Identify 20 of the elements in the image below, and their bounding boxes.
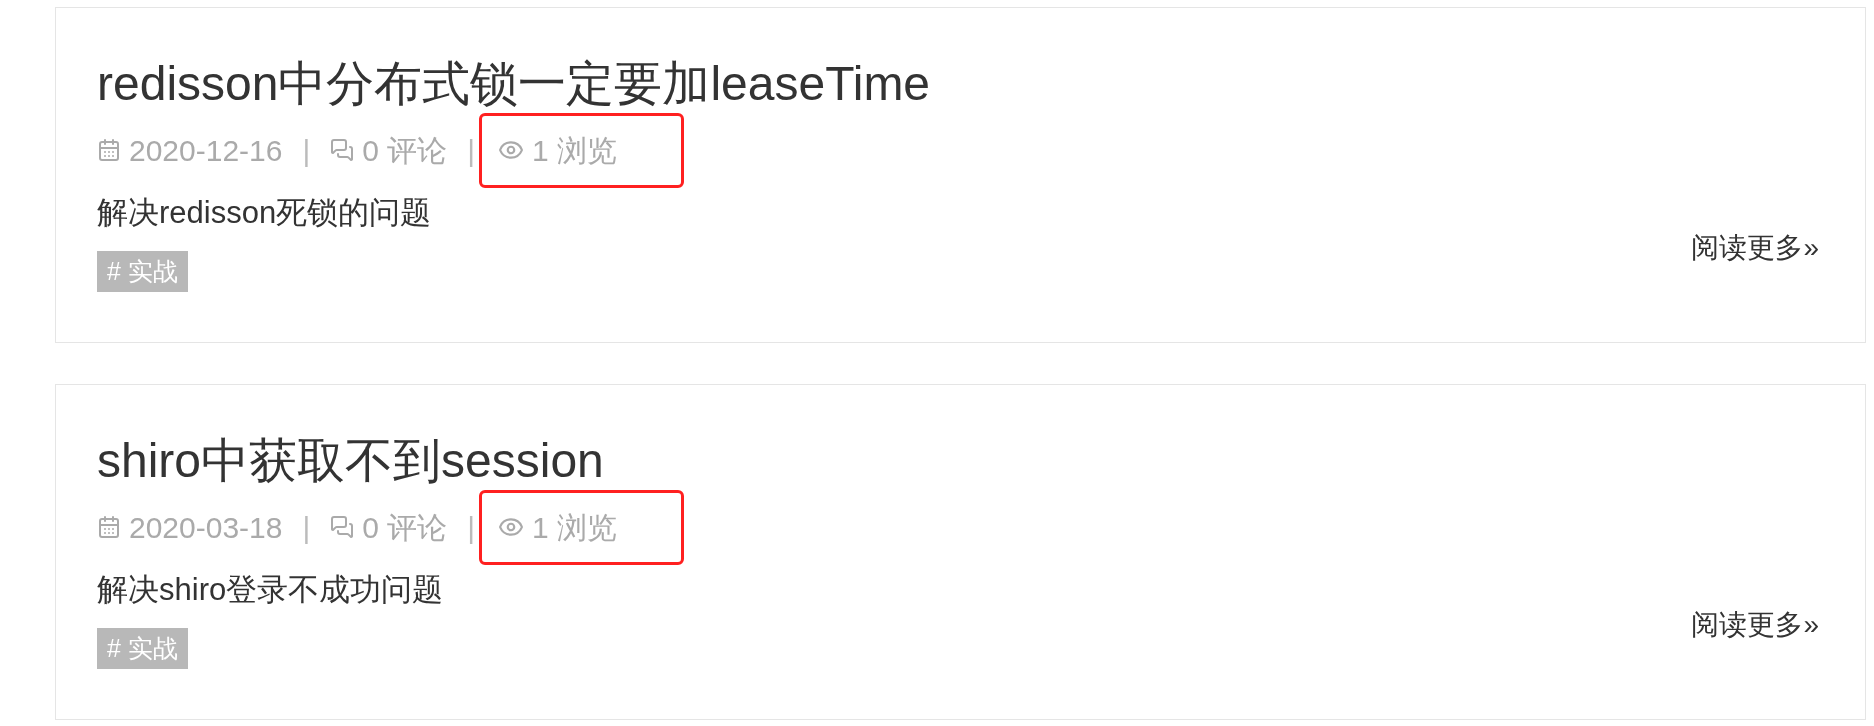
- view-count: 1 浏览: [532, 509, 618, 546]
- separator: |: [302, 132, 311, 169]
- separator: |: [467, 509, 476, 546]
- post-summary: 解决redisson死锁的问题: [97, 194, 433, 232]
- post-title[interactable]: redisson中分布式锁一定要加leaseTime: [97, 54, 931, 114]
- post-summary: 解决shiro登录不成功问题: [97, 571, 445, 609]
- calendar-icon: [97, 515, 121, 539]
- comment-count: 0 评论: [362, 132, 448, 169]
- separator: |: [302, 509, 311, 546]
- post-date: 2020-03-18: [129, 509, 283, 546]
- calendar-icon: [97, 138, 121, 162]
- read-more-link[interactable]: 阅读更多»: [1691, 226, 1819, 269]
- comment-count: 0 评论: [362, 509, 448, 546]
- separator: |: [467, 132, 476, 169]
- comments-icon: [330, 138, 355, 162]
- view-count: 1 浏览: [532, 132, 618, 169]
- comments-icon: [330, 515, 355, 539]
- post-date: 2020-12-16: [129, 132, 283, 169]
- read-more-link[interactable]: 阅读更多»: [1691, 603, 1819, 646]
- post-title[interactable]: shiro中获取不到session: [97, 431, 604, 491]
